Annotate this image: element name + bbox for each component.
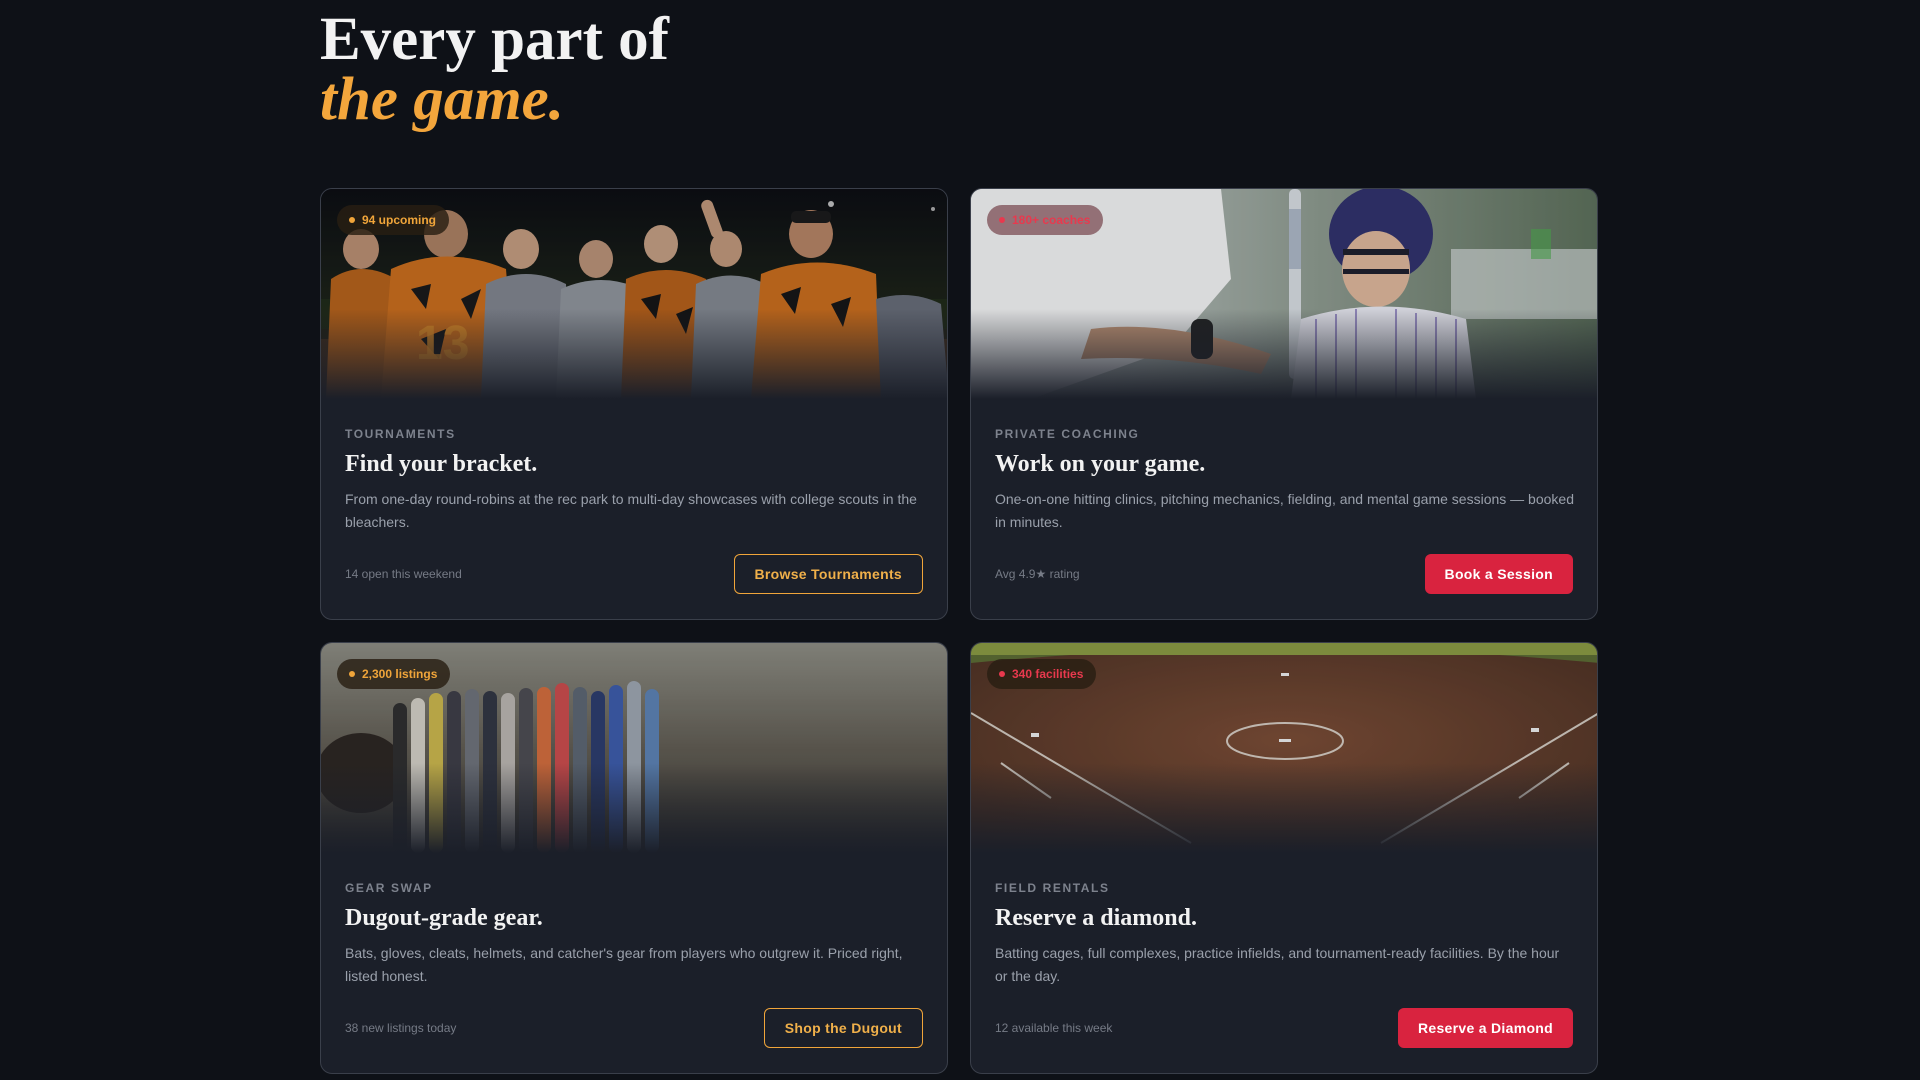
reserve-diamond-button[interactable]: Reserve a Diamond <box>1397 1008 1573 1048</box>
badge-dot-icon <box>999 671 1005 677</box>
hero-line-1: Every part of <box>320 6 669 73</box>
badge-label: 180+ coaches <box>1012 213 1091 227</box>
card-description: Batting cages, full complexes, practice … <box>995 945 1560 984</box>
svg-text:13: 13 <box>416 317 469 370</box>
card-description: From one-day round-robins at the rec par… <box>345 491 917 530</box>
card-category: GEAR SWAP <box>345 881 433 895</box>
browse-tournaments-button[interactable]: Browse Tournaments <box>733 554 923 594</box>
card-title: Reserve a diamond. <box>995 905 1197 931</box>
badge-dot-icon <box>349 671 355 677</box>
card-description: Bats, gloves, cleats, helmets, and catch… <box>345 945 903 984</box>
card-meta: 14 open this weekend <box>345 567 462 581</box>
gear-swap-card: 2,300 listings GEAR SWAP Dugout-grade ge… <box>320 642 948 1074</box>
card-title: Find your bracket. <box>345 451 538 477</box>
card-meta: Avg 4.9★ rating <box>995 567 1080 581</box>
card-meta: 12 available this week <box>995 1021 1113 1035</box>
facilities-count-badge: 340 facilities <box>987 659 1097 689</box>
shop-dugout-button[interactable]: Shop the Dugout <box>763 1008 923 1048</box>
card-category: TOURNAMENTS <box>345 427 456 441</box>
book-session-button[interactable]: Book a Session <box>1424 554 1573 594</box>
hero-heading: Every part of the game. <box>320 6 669 133</box>
listings-count-badge: 2,300 listings <box>337 659 451 689</box>
coaches-count-badge: 180+ coaches <box>987 205 1104 235</box>
card-description: One-on-one hitting clinics, pitching mec… <box>995 491 1574 530</box>
badge-label: 2,300 listings <box>362 667 438 681</box>
card-title: Dugout-grade gear. <box>345 905 543 931</box>
card-meta: 38 new listings today <box>345 1021 457 1035</box>
field-rentals-card: 340 facilities FIELD RENTALS Reserve a d… <box>970 642 1598 1074</box>
tournaments-count-badge: 94 upcoming <box>337 205 450 235</box>
card-category: PRIVATE COACHING <box>995 427 1140 441</box>
badge-label: 94 upcoming <box>362 213 437 227</box>
hero-line-2-accent: the game. <box>320 66 564 133</box>
badge-label: 340 facilities <box>1012 667 1084 681</box>
card-title: Work on your game. <box>995 451 1206 477</box>
badge-dot-icon <box>349 217 355 223</box>
card-category: FIELD RENTALS <box>995 881 1110 895</box>
coaching-card: 180+ coaches PRIVATE COACHING Work on yo… <box>970 188 1598 620</box>
tournaments-card: 13 94 upcoming TOURNAMENTS Find your bra… <box>320 188 948 620</box>
badge-dot-icon <box>999 217 1005 223</box>
